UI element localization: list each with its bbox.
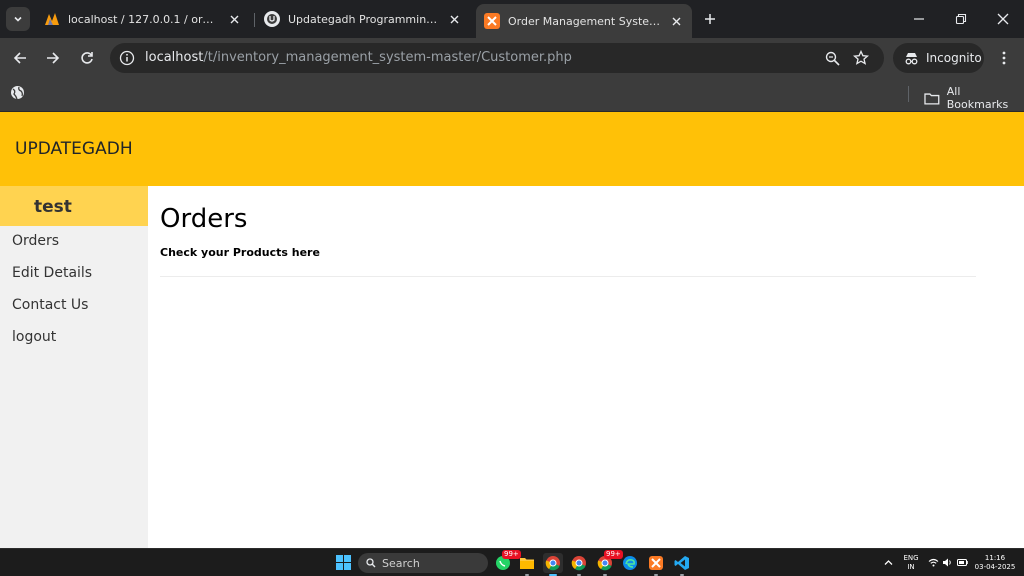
taskbar-chrome-badged[interactable]: 99+ (595, 550, 623, 576)
url-text[interactable]: localhost/t/inventory_management_system-… (145, 50, 572, 65)
url-path: /t/inventory_management_system-master/Cu… (203, 50, 572, 65)
xampp-icon (649, 556, 663, 570)
updategadh-icon (264, 11, 280, 27)
forward-button[interactable] (41, 46, 65, 70)
sidebar-item-contact-us[interactable]: Contact Us (12, 297, 88, 313)
page-subtitle: Check your Products here (160, 246, 320, 259)
all-bookmarks-label: All Bookmarks (946, 85, 1009, 111)
tab-separator (254, 13, 255, 27)
chrome-icon (545, 556, 560, 571)
language-code: ENG (903, 554, 919, 562)
sidebar-item-orders[interactable]: Orders (12, 233, 59, 249)
more-vertical-icon (1002, 51, 1006, 65)
page-title: Orders (160, 204, 248, 234)
reload-icon (81, 52, 93, 64)
tab-title: Updategadh Programming - Upda (288, 12, 438, 26)
tab-strip: localhost / 127.0.0.1 / order_mgmt Updat… (0, 0, 1024, 38)
search-icon (366, 558, 376, 568)
restore-button[interactable] (948, 8, 974, 30)
chrome-icon (571, 556, 586, 571)
vscode-icon (674, 556, 689, 570)
wifi-icon[interactable] (928, 558, 939, 567)
tab-close-icon[interactable] (444, 9, 464, 29)
taskbar-chrome-active[interactable] (543, 553, 563, 576)
tab-phpmyadmin[interactable]: localhost / 127.0.0.1 / order_mgmt (44, 6, 250, 32)
taskbar-search[interactable]: Search (358, 553, 488, 573)
site-header: UPDATEGADH (0, 112, 1024, 186)
address-bar[interactable]: localhost/t/inventory_management_system-… (110, 43, 884, 73)
all-bookmarks-button[interactable]: All Bookmarks (924, 85, 1024, 111)
incognito-icon (905, 52, 918, 64)
close-icon (997, 13, 1009, 25)
user-box: test (0, 186, 148, 226)
tab-search-button[interactable] (6, 7, 30, 31)
new-tab-button[interactable] (698, 8, 722, 30)
site-brand[interactable]: UPDATEGADH (15, 139, 133, 159)
divider (160, 276, 976, 277)
taskbar-edge[interactable] (620, 553, 640, 573)
sidebar-item-edit-details[interactable]: Edit Details (12, 265, 92, 281)
sidebar-item-logout[interactable]: logout (12, 329, 56, 345)
arrow-left-icon (13, 52, 26, 64)
volume-icon[interactable] (942, 558, 953, 567)
minimize-icon (914, 18, 924, 20)
chevron-up-icon[interactable] (884, 559, 893, 566)
url-host: localhost (145, 50, 204, 65)
region-code: IN (907, 563, 915, 571)
tab-close-icon[interactable] (224, 9, 244, 29)
bookmark-star-icon[interactable] (852, 49, 870, 67)
user-name: test (34, 197, 72, 217)
taskbar-file-explorer[interactable] (517, 553, 537, 576)
tab-order-management[interactable]: Order Management System-Custo (476, 4, 692, 38)
bookmarks-bar: All Bookmarks (0, 78, 1024, 112)
battery-icon[interactable] (957, 559, 968, 566)
xampp-icon (484, 13, 500, 29)
tab-title: localhost / 127.0.0.1 / order_mgmt (68, 12, 218, 26)
phpmyadmin-icon (44, 11, 60, 27)
sidebar: test Orders Edit Details Contact Us logo… (0, 186, 148, 548)
web-page: UPDATEGADH test Orders Edit Details Cont… (0, 112, 1024, 548)
close-window-button[interactable] (990, 8, 1016, 30)
clock[interactable]: 11:16 03-04-2025 (972, 554, 1018, 572)
tab-close-icon[interactable] (666, 11, 686, 31)
minimize-button[interactable] (906, 8, 932, 30)
browser-menu-button[interactable] (996, 47, 1012, 69)
site-info-icon[interactable] (119, 50, 135, 66)
folder-icon (924, 92, 940, 105)
taskbar-whatsapp[interactable]: 99+ (493, 550, 521, 573)
chevron-down-icon (14, 16, 22, 22)
clock-time: 11:16 (984, 554, 1006, 562)
incognito-label: Incognito (926, 51, 982, 65)
taskbar-xampp[interactable] (646, 553, 666, 576)
globe-icon[interactable] (10, 85, 25, 100)
taskbar-search-label: Search (382, 556, 420, 570)
taskbar-chrome-profile[interactable] (569, 553, 589, 576)
plus-icon (705, 14, 715, 24)
language-indicator[interactable]: ENG IN (899, 554, 923, 572)
clock-date: 03-04-2025 (974, 563, 1016, 571)
zoom-icon[interactable] (823, 49, 841, 67)
restore-icon (955, 13, 967, 25)
tab-title: Order Management System-Custo (508, 14, 666, 28)
bookmarks-separator (908, 86, 909, 102)
arrow-right-icon (47, 52, 60, 64)
windows-taskbar: Search 99+ 99+ ENG IN 11:16 03-04-2025 (0, 548, 1024, 576)
tab-updategadh[interactable]: Updategadh Programming - Upda (264, 6, 470, 32)
taskbar-vscode[interactable] (672, 553, 692, 576)
reload-button[interactable] (75, 46, 99, 70)
incognito-indicator[interactable]: Incognito (893, 43, 984, 73)
back-button[interactable] (8, 46, 32, 70)
folder-icon (520, 558, 534, 569)
edge-icon (623, 556, 637, 570)
windows-start-icon[interactable] (336, 555, 351, 570)
browser-toolbar: localhost/t/inventory_management_system-… (0, 38, 1024, 78)
